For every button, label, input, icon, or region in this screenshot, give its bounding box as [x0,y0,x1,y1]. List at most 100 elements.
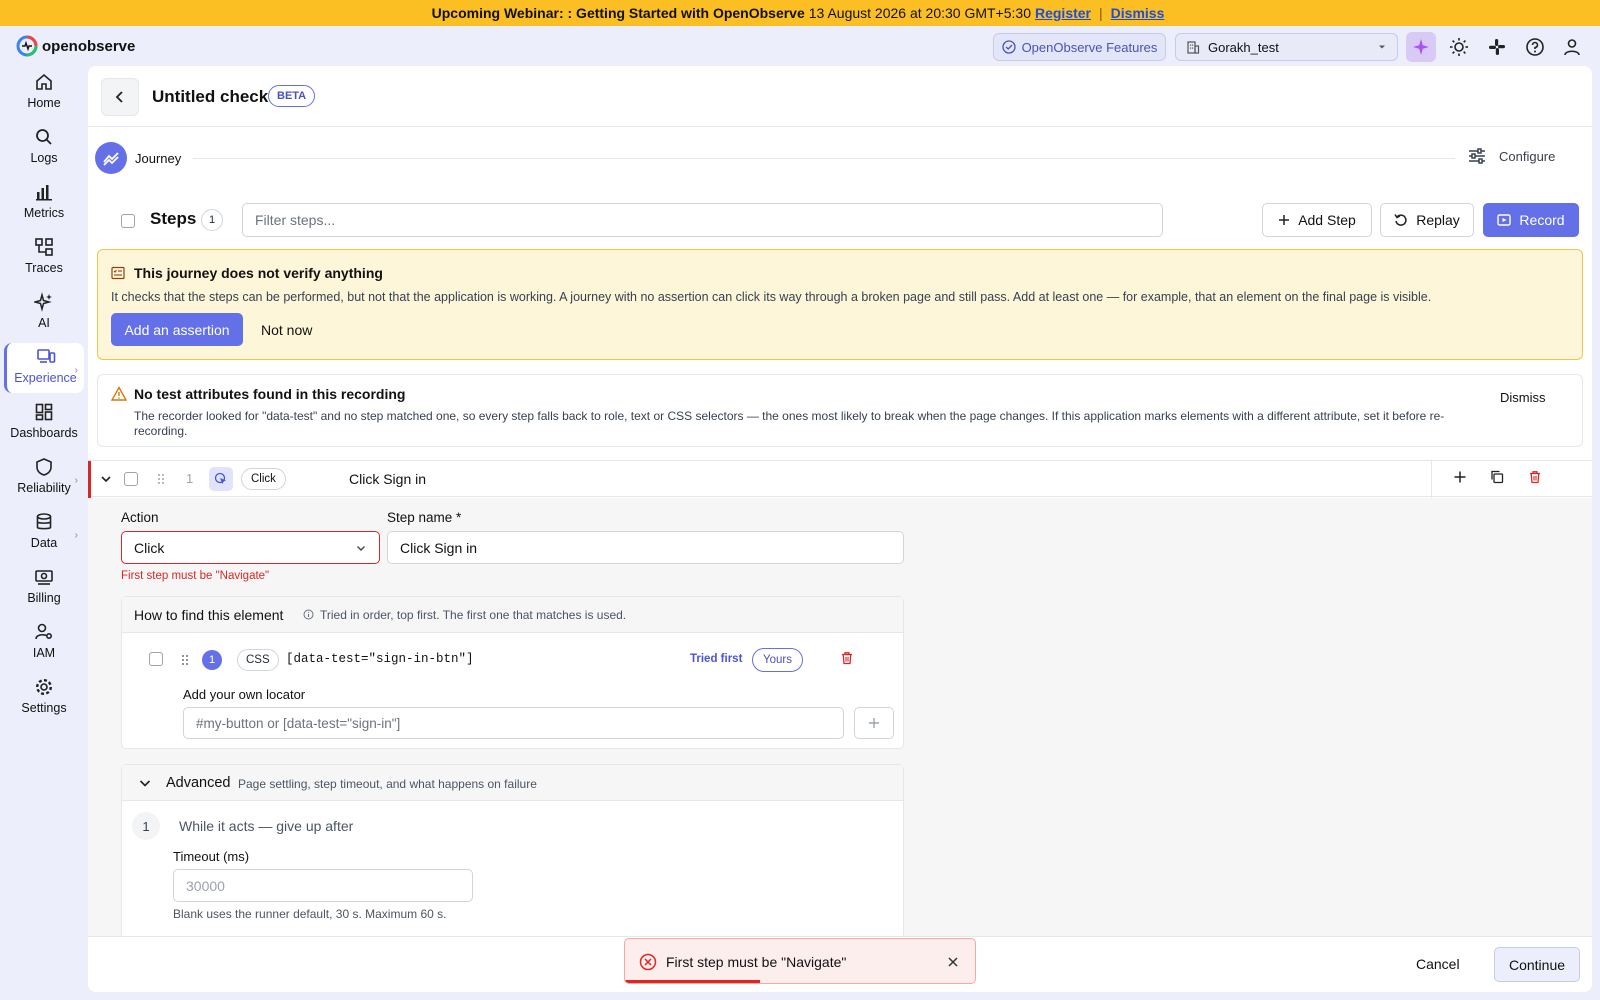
sidebar-item-data[interactable]: Data › [4,508,84,558]
ai-assistant-button[interactable] [1406,32,1436,62]
back-button[interactable] [101,78,139,116]
not-now-button[interactable]: Not now [261,322,312,338]
steps-toolbar: Steps 1 Add Step Replay Record [88,200,1592,240]
sidebar-item-experience[interactable]: Experience › [4,343,84,393]
sidebar-label-reliability: Reliability [17,481,71,495]
close-icon[interactable] [947,956,959,968]
error-indicator [88,461,91,498]
advanced-title: Advanced [166,775,231,791]
drag-handle-icon[interactable] [180,654,190,666]
step-type-tag: Click [241,468,286,490]
traces-icon [35,238,53,256]
locator-order-badge: 1 [202,650,222,670]
trash-icon[interactable] [840,651,854,665]
add-locator-button[interactable] [854,707,894,739]
steps-count-badge: 1 [201,209,223,231]
brand-logo[interactable]: openobserve [16,35,135,57]
replay-label: Replay [1416,212,1460,228]
journey-label: Journey [135,151,182,166]
sidebar-item-iam[interactable]: IAM [4,618,84,668]
error-circle-icon [639,953,657,971]
locator-row: 1 CSS [data-test="sign-in-btn"] Tried fi… [122,633,903,678]
help-button[interactable] [1524,36,1546,58]
sidebar-label-experience: Experience [14,371,77,385]
sliders-icon [1469,148,1485,164]
sparkle-icon [1413,39,1429,55]
organization-select[interactable]: Gorakh_test [1175,33,1398,61]
journey-stepper: Journey Configure [95,142,1592,174]
locator-header: How to find this element Tried in order,… [122,597,903,633]
advanced-header[interactable]: Advanced Page settling, step timeout, an… [122,765,903,801]
sidebar-item-billing[interactable]: Billing [4,563,84,613]
check-circle-icon [1001,40,1016,54]
action-value: Click [134,539,165,556]
timeout-label: Timeout (ms) [173,849,250,864]
timeout-input[interactable] [173,869,473,902]
copy-icon[interactable] [1490,470,1504,484]
advanced-subtitle: Page settling, step timeout, and what ha… [238,777,537,791]
assertion-warning-title: This journey does not verify anything [134,265,383,281]
attr-warning-text: The recorder looked for "data-test" and … [134,409,1445,438]
step-row[interactable]: 1 Click Click Sign in [88,460,1592,498]
stepper-line [193,158,1455,159]
advanced-section-title: While it acts — give up after [179,818,354,834]
chevron-left-icon [115,91,123,103]
timeout-help-text: Blank uses the runner default, 30 s. Max… [173,907,447,921]
chevron-down-icon[interactable] [100,473,112,485]
step-name-input[interactable] [387,531,904,564]
locator-panel: How to find this element Tried in order,… [121,596,904,749]
own-locator-input[interactable] [183,707,844,739]
attr-warning-dismiss-button[interactable]: Dismiss [1500,390,1546,405]
page-header: Untitled check BETA [88,66,1592,127]
sidebar-item-traces[interactable]: Traces [4,233,84,283]
info-icon [303,609,314,620]
checklist-icon [111,266,125,280]
sidebar-item-ai[interactable]: AI [4,288,84,338]
assertion-warning-text: It checks that the steps can be performe… [111,290,1432,304]
toast-progress-bar [625,980,760,983]
click-icon [209,467,233,491]
add-step-button[interactable]: Add Step [1262,203,1372,237]
continue-button[interactable]: Continue [1494,947,1580,982]
page-title: Untitled check [152,87,269,106]
sidebar-item-metrics[interactable]: Metrics [4,178,84,228]
banner-title: Upcoming Webinar: : Getting Started with… [431,5,805,21]
building-icon [1187,41,1200,54]
home-icon [36,73,52,90]
step-checkbox[interactable] [124,472,138,486]
sidebar-item-reliability[interactable]: Reliability › [4,453,84,503]
locator-checkbox[interactable] [149,652,163,666]
chevron-down-icon [139,780,151,787]
action-select[interactable]: Click [121,531,380,564]
openobserve-features-button[interactable]: OpenObserve Features [993,33,1166,61]
configure-step[interactable]: Configure [1467,146,1555,166]
slack-icon [1489,39,1505,55]
record-button[interactable]: Record [1483,203,1579,237]
drag-handle-icon[interactable] [156,473,166,485]
sidebar-item-logs[interactable]: Logs [4,123,84,173]
slack-button[interactable] [1486,36,1508,58]
select-all-steps-checkbox[interactable] [121,214,135,228]
journey-icon [95,142,127,174]
replay-button[interactable]: Replay [1380,203,1474,237]
user-menu-button[interactable] [1561,36,1583,58]
trend-icon [103,152,119,166]
banner-dismiss-link[interactable]: Dismiss [1111,5,1165,21]
bar-chart-icon [36,185,52,201]
caret-down-icon [1379,45,1385,49]
database-icon [36,513,52,530]
error-toast: First step must be "Navigate" [624,938,976,984]
sidebar-item-dashboards[interactable]: Dashboards [4,398,84,448]
filter-steps-input[interactable] [242,203,1163,237]
shield-icon [36,458,52,476]
register-link[interactable]: Register [1035,5,1091,21]
trash-icon[interactable] [1528,470,1542,484]
sidebar-item-settings[interactable]: Settings [4,673,84,723]
step-editor: Action Click First step must be "Navigat… [88,498,1592,992]
plus-icon[interactable] [1453,470,1467,484]
cancel-button[interactable]: Cancel [1416,956,1460,972]
theme-toggle-button[interactable] [1448,36,1470,58]
sidebar-item-home[interactable]: Home [4,68,84,118]
sidebar-label-iam: IAM [32,646,56,660]
add-assertion-button[interactable]: Add an assertion [111,313,243,346]
